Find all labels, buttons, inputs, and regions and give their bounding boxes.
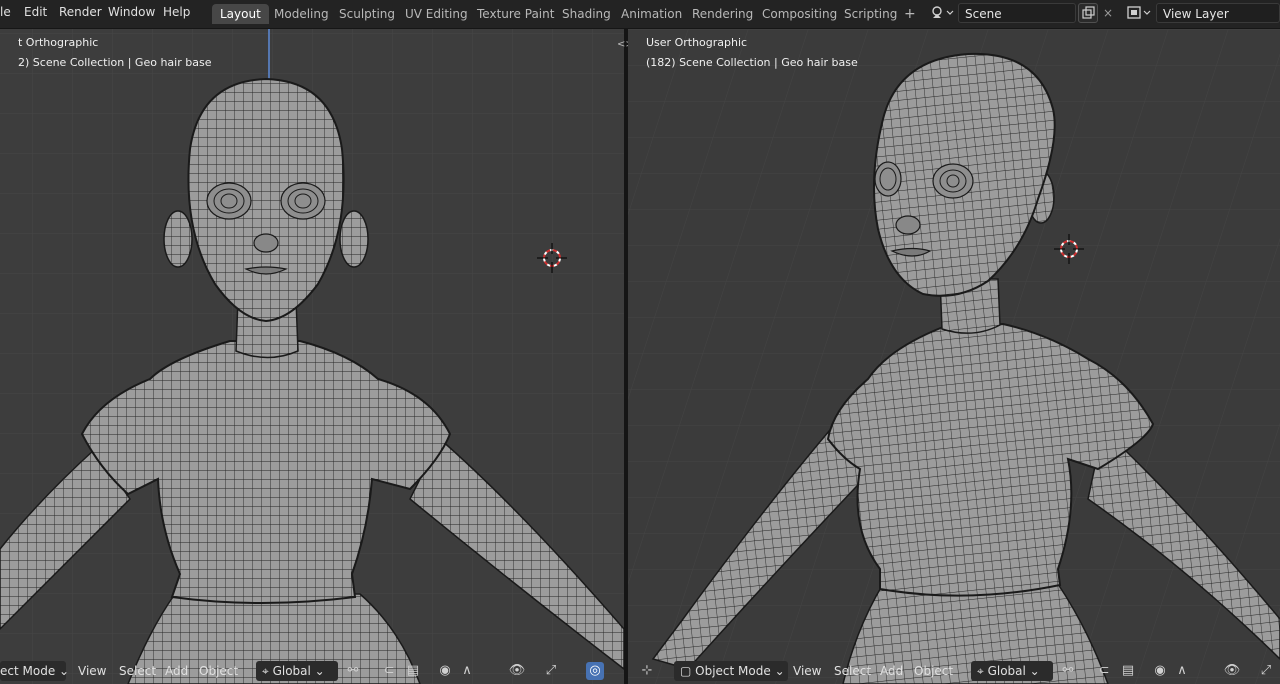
- visibility-icon[interactable]: 👁: [508, 662, 526, 680]
- visibility-icon[interactable]: 👁: [1223, 662, 1241, 680]
- snap-icon[interactable]: ⊂: [380, 662, 398, 680]
- snap-target-icon[interactable]: ▤: [1119, 662, 1137, 680]
- select-menu[interactable]: Select: [834, 661, 871, 681]
- tab-uv-editing[interactable]: UV Editing: [397, 4, 476, 24]
- object-menu[interactable]: Object: [199, 661, 238, 681]
- add-menu[interactable]: Add: [165, 661, 188, 681]
- view-menu[interactable]: View: [793, 661, 821, 681]
- menu-render[interactable]: Render: [59, 5, 102, 19]
- view-layer-icon: [1127, 6, 1151, 19]
- 3d-cursor-icon[interactable]: [537, 243, 567, 273]
- snap-icon[interactable]: ⊂: [1095, 662, 1113, 680]
- tab-rendering[interactable]: Rendering: [684, 4, 761, 24]
- scene-name-field[interactable]: Scene: [958, 3, 1076, 23]
- overlay-icon[interactable]: ◎: [586, 662, 604, 680]
- viewport-title: t Orthographic: [18, 36, 99, 49]
- viewport-header: ect Mode ⌄ View Select Add Object ⌖ Glob…: [0, 658, 624, 684]
- add-workspace-button[interactable]: +: [896, 4, 924, 24]
- character-mesh-front: [0, 77, 624, 684]
- select-menu[interactable]: Select: [119, 661, 156, 681]
- transform-orientation-dropdown[interactable]: ⌖ Global ⌄: [971, 661, 1053, 681]
- menu-help[interactable]: Help: [163, 5, 190, 19]
- character-mesh-user: [651, 52, 1280, 684]
- orientation-label: Global: [987, 664, 1026, 678]
- pivot-icon[interactable]: ⚯: [344, 662, 362, 680]
- mode-dropdown[interactable]: ▢ Object Mode ⌄: [674, 661, 788, 681]
- tab-animation[interactable]: Animation: [613, 4, 690, 24]
- pivot-icon[interactable]: ⚯: [1059, 662, 1077, 680]
- menu-file[interactable]: le: [0, 5, 11, 19]
- menu-edit[interactable]: Edit: [24, 5, 47, 19]
- gizmo-icon[interactable]: ⤢: [542, 662, 560, 680]
- proportional-edit-icon[interactable]: ◉: [1151, 662, 1169, 680]
- viewport-header: ⊹ ▢ Object Mode ⌄ View Select Add Object…: [628, 658, 1280, 684]
- tab-shading[interactable]: Shading: [554, 4, 619, 24]
- proportional-edit-icon[interactable]: ◉: [436, 662, 454, 680]
- falloff-icon[interactable]: ∧: [458, 662, 476, 680]
- falloff-icon[interactable]: ∧: [1173, 662, 1191, 680]
- tab-texture-paint[interactable]: Texture Paint: [469, 4, 562, 24]
- tab-modeling[interactable]: Modeling: [266, 4, 337, 24]
- 3d-cursor-icon[interactable]: [1054, 234, 1084, 264]
- view-menu[interactable]: View: [78, 661, 106, 681]
- tab-sculpting[interactable]: Sculpting: [331, 4, 403, 24]
- tab-scripting[interactable]: Scripting: [836, 4, 905, 24]
- scene-selector-button[interactable]: [928, 3, 956, 23]
- scene-icon: [932, 6, 954, 18]
- view-layer-selector-button[interactable]: [1124, 3, 1154, 23]
- viewport-collection-info: 2) Scene Collection | Geo hair base: [18, 56, 212, 69]
- snap-target-icon[interactable]: ▤: [404, 662, 422, 680]
- editor-type-icon[interactable]: ⊹: [638, 662, 656, 680]
- tab-layout[interactable]: Layout: [212, 4, 269, 24]
- menu-window[interactable]: Window: [108, 5, 155, 19]
- tab-compositing[interactable]: Compositing: [754, 4, 845, 24]
- viewport-collection-info: (182) Scene Collection | Geo hair base: [646, 56, 858, 69]
- add-menu[interactable]: Add: [880, 661, 903, 681]
- top-bar: le Edit Render Window Help Layout Modeli…: [0, 0, 1280, 29]
- transform-orientation-dropdown[interactable]: ⌖ Global ⌄: [256, 661, 338, 681]
- orientation-label: Global: [272, 664, 311, 678]
- viewport-title: User Orthographic: [646, 36, 748, 49]
- new-scene-button[interactable]: [1078, 3, 1098, 23]
- mode-dropdown[interactable]: ect Mode ⌄: [0, 661, 69, 681]
- mode-label: Object Mode: [695, 664, 771, 678]
- object-menu[interactable]: Object: [914, 661, 953, 681]
- viewport-front[interactable]: t Orthographic 2) Scene Collection | Geo…: [0, 29, 624, 684]
- viewport-user[interactable]: User Orthographic (182) Scene Collection…: [628, 29, 1280, 684]
- delete-scene-button[interactable]: ×: [1100, 3, 1116, 23]
- view-layer-name-field[interactable]: View Layer: [1156, 3, 1280, 23]
- copy-icon: [1082, 6, 1095, 19]
- gizmo-icon[interactable]: ⤢: [1257, 662, 1275, 680]
- mode-label: ect Mode: [0, 664, 56, 678]
